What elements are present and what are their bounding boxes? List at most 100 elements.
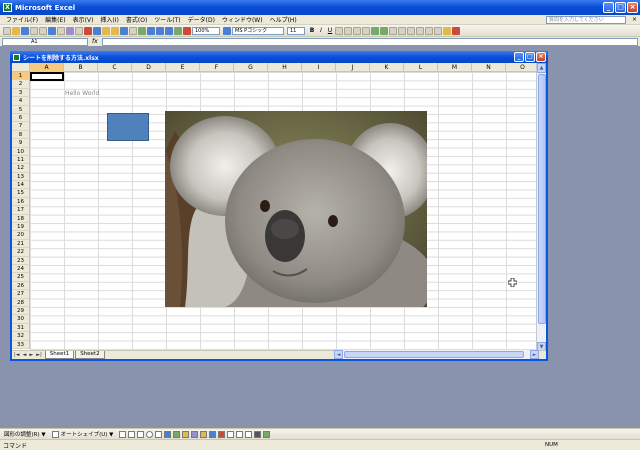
last-sheet-button[interactable]: ►|: [36, 352, 42, 358]
zoom-select[interactable]: 100%: [192, 26, 220, 35]
row-header-14[interactable]: 14: [12, 181, 29, 190]
rectangle-icon[interactable]: [137, 430, 145, 438]
vertical-scroll-thumb[interactable]: [538, 74, 546, 324]
horizontal-scrollbar[interactable]: ◄ ►: [334, 350, 539, 359]
align-center-icon[interactable]: [344, 26, 352, 35]
column-header-g[interactable]: G: [234, 63, 268, 72]
column-header-d[interactable]: D: [132, 63, 166, 72]
column-header-m[interactable]: M: [438, 63, 472, 72]
decrease-decimal-icon[interactable]: [407, 26, 415, 35]
row-header-4[interactable]: 4: [12, 97, 29, 106]
help-search-input[interactable]: 質問を入力してください: [546, 16, 626, 24]
menu-item-file[interactable]: ファイル(F): [6, 15, 38, 24]
column-header-a[interactable]: A: [30, 63, 64, 72]
column-header-b[interactable]: B: [64, 63, 98, 72]
select-objects-icon[interactable]: [51, 430, 59, 438]
autoshapes-menu-button[interactable]: オートシェイプ(U) ▼: [61, 430, 114, 438]
underline-button[interactable]: U: [326, 27, 334, 34]
formula-input[interactable]: [101, 37, 638, 46]
column-header-n[interactable]: N: [472, 63, 506, 72]
arrow-icon[interactable]: [128, 430, 136, 438]
tab-sheet2[interactable]: Sheet2: [75, 351, 105, 359]
row-header-16[interactable]: 16: [12, 198, 29, 207]
active-cell-a1[interactable]: [30, 72, 64, 81]
row-header-5[interactable]: 5: [12, 106, 29, 114]
wordart-icon[interactable]: [164, 430, 172, 438]
row-header-25[interactable]: 25: [12, 273, 29, 282]
excel-app-icon[interactable]: X: [3, 3, 12, 12]
row-header-13[interactable]: 13: [12, 173, 29, 182]
copy-icon[interactable]: [93, 26, 101, 35]
autosum-icon[interactable]: [147, 26, 155, 35]
row-header-10[interactable]: 10: [12, 148, 29, 156]
horizontal-scroll-thumb[interactable]: [344, 351, 524, 358]
row-header-31[interactable]: 31: [12, 324, 29, 333]
merge-center-icon[interactable]: [362, 26, 370, 35]
menu-item-view[interactable]: 表示(V): [73, 15, 94, 24]
font-color-draw-icon[interactable]: [218, 430, 226, 438]
menu-item-help[interactable]: ヘルプ(H): [270, 15, 297, 24]
line-style-icon[interactable]: [227, 430, 235, 438]
rectangle-shape[interactable]: [107, 113, 149, 141]
vertical-scrollbar[interactable]: ▲ ▼: [536, 63, 546, 352]
bold-button[interactable]: B: [308, 27, 316, 34]
line-color-icon[interactable]: [209, 430, 217, 438]
column-header-f[interactable]: F: [200, 63, 234, 72]
row-header-12[interactable]: 12: [12, 164, 29, 173]
diagram-icon[interactable]: [173, 430, 181, 438]
tab-sheet1[interactable]: Sheet1: [44, 351, 75, 359]
line-icon[interactable]: [119, 430, 127, 438]
name-box[interactable]: A1: [2, 37, 88, 46]
row-header-3[interactable]: 3: [12, 89, 29, 98]
row-header-8[interactable]: 8: [12, 131, 29, 140]
select-all-corner[interactable]: [12, 63, 30, 72]
increase-indent-icon[interactable]: [425, 26, 433, 35]
paste-icon[interactable]: [102, 26, 110, 35]
row-header-27[interactable]: 27: [12, 290, 29, 299]
borders-icon[interactable]: [434, 26, 442, 35]
row-header-18[interactable]: 18: [12, 215, 29, 224]
percent-icon[interactable]: [380, 26, 388, 35]
drawing-icon[interactable]: [183, 26, 191, 35]
dash-style-icon[interactable]: [236, 430, 244, 438]
row-header-24[interactable]: 24: [12, 265, 29, 274]
draw-menu-button[interactable]: 図形の調整(R) ▼: [4, 430, 46, 438]
redo-icon[interactable]: [129, 26, 137, 35]
comma-style-icon[interactable]: [389, 26, 397, 35]
row-header-23[interactable]: 23: [12, 257, 29, 265]
new-file-icon[interactable]: [3, 26, 11, 35]
row-header-7[interactable]: 7: [12, 122, 29, 131]
first-sheet-button[interactable]: |◄: [14, 352, 20, 358]
hyperlink-icon[interactable]: [138, 26, 146, 35]
minimize-button[interactable]: _: [603, 2, 614, 13]
row-header-1[interactable]: 1: [12, 72, 29, 81]
row-header-19[interactable]: 19: [12, 223, 29, 232]
column-header-k[interactable]: K: [370, 63, 404, 72]
row-header-20[interactable]: 20: [12, 231, 29, 240]
insert-function-icon[interactable]: fx: [92, 38, 98, 45]
insert-picture-icon[interactable]: [191, 430, 199, 438]
fill-color-icon[interactable]: [443, 26, 451, 35]
column-header-l[interactable]: L: [404, 63, 438, 72]
align-right-icon[interactable]: [353, 26, 361, 35]
menu-item-format[interactable]: 書式(O): [126, 15, 147, 24]
row-header-9[interactable]: 9: [12, 139, 29, 148]
decrease-indent-icon[interactable]: [416, 26, 424, 35]
format-painter-icon[interactable]: [111, 26, 119, 35]
row-header-28[interactable]: 28: [12, 299, 29, 307]
row-header-33[interactable]: 33: [12, 341, 29, 349]
font-color-icon[interactable]: [452, 26, 460, 35]
maximize-button[interactable]: □: [615, 2, 626, 13]
koala-picture[interactable]: [165, 111, 427, 307]
chart-wizard-icon[interactable]: [174, 26, 182, 35]
sort-ascending-icon[interactable]: [156, 26, 164, 35]
clip-art-icon[interactable]: [182, 430, 190, 438]
row-header-11[interactable]: 11: [12, 156, 29, 165]
3d-style-icon[interactable]: [263, 430, 271, 438]
save-icon[interactable]: [21, 26, 29, 35]
column-header-e[interactable]: E: [166, 63, 200, 72]
email-icon[interactable]: [39, 26, 47, 35]
menu-item-tools[interactable]: ツール(T): [154, 15, 180, 24]
increase-decimal-icon[interactable]: [398, 26, 406, 35]
row-header-6[interactable]: 6: [12, 114, 29, 123]
